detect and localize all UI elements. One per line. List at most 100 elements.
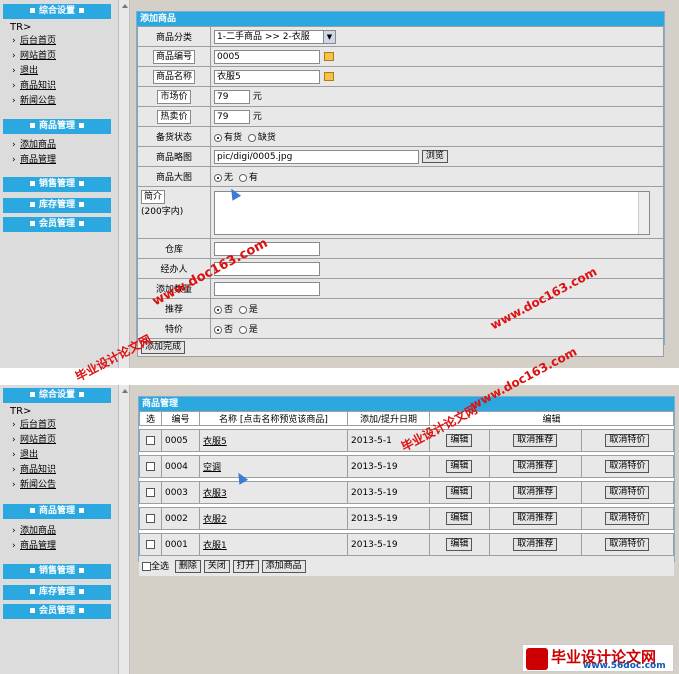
sidebar-head-member[interactable]: 会员管理 <box>3 604 111 619</box>
sidebar-head-general[interactable]: 综合设置 <box>3 4 111 19</box>
sidebar-item-add-product[interactable]: 添加商品 <box>10 138 56 153</box>
row-checkbox[interactable] <box>146 461 155 471</box>
sidebar-head-general[interactable]: 综合设置 <box>3 388 111 403</box>
row-cancel-recommend-button[interactable]: 取消推荐 <box>513 538 558 551</box>
add-product-button[interactable]: 添加商品 <box>261 560 306 573</box>
radio-special-no[interactable] <box>214 325 222 334</box>
col-name: 名称 [点击名称预览该商品] <box>199 411 348 426</box>
row-name-link[interactable]: 衣服1 <box>203 541 227 551</box>
thumb-label: 商品略图 <box>137 146 211 167</box>
sidebar-item-admin-home[interactable]: 后台首页 <box>10 418 56 433</box>
thumb-input[interactable]: pic/digi/0005.jpg <box>214 149 419 164</box>
row-edit-button[interactable]: 编辑 <box>446 486 473 499</box>
sidebar-item-news[interactable]: 新闻公告 <box>10 478 56 493</box>
sidebar-head-stock[interactable]: 库存管理 <box>3 585 111 600</box>
hot-price-label: 热卖价 <box>157 109 191 124</box>
radio-in-stock[interactable] <box>214 133 222 142</box>
sidebar-item-manage-product[interactable]: 商品管理 <box>10 539 56 554</box>
row-cancel-special-button[interactable]: 取消特价 <box>605 460 650 473</box>
sidebar-item-knowledge[interactable]: 商品知识 <box>10 463 56 478</box>
table-row: 0001 衣服1 2013-5-19 编辑 取消推荐 取消特价 <box>139 533 675 556</box>
sidebar-head-stock[interactable]: 库存管理 <box>3 198 111 213</box>
sidebar-item-logout[interactable]: 退出 <box>10 448 56 463</box>
row-checkbox[interactable] <box>146 539 155 549</box>
row-name-link[interactable]: 空调 <box>203 463 221 473</box>
market-price-label: 市场价 <box>157 89 191 104</box>
browse-button[interactable]: 浏览 <box>421 150 448 163</box>
row-cancel-special-button[interactable]: 取消特价 <box>605 538 650 551</box>
edit-icon[interactable] <box>324 72 334 81</box>
logo-url: www.56doc.com <box>583 661 666 671</box>
sidebar-head-sales[interactable]: 销售管理 <box>3 177 111 192</box>
sidebar-head-member[interactable]: 会员管理 <box>3 217 111 232</box>
row-edit-button[interactable]: 编辑 <box>446 538 473 551</box>
row-cancel-recommend-button[interactable]: 取消推荐 <box>513 434 558 447</box>
sidebar-item-site-home[interactable]: 网站首页 <box>10 49 56 64</box>
code-input[interactable]: 0005 <box>214 49 320 64</box>
row-checkbox[interactable] <box>146 513 155 523</box>
row-cancel-recommend-button[interactable]: 取消推荐 <box>513 512 558 525</box>
col-date: 添加/提升日期 <box>347 411 430 426</box>
market-price-input[interactable]: 79 <box>214 89 250 104</box>
row-name-link[interactable]: 衣服3 <box>203 489 227 499</box>
hot-price-input[interactable]: 79 <box>214 109 250 124</box>
category-label: 商品分类 <box>137 26 211 47</box>
row-date: 2013-5-19 <box>347 533 430 556</box>
row-name-link[interactable]: 衣服5 <box>203 437 227 447</box>
edit-icon[interactable] <box>324 52 334 61</box>
tr-label: TR> <box>10 22 32 33</box>
radio-special-yes[interactable] <box>238 325 247 334</box>
radio-has-image[interactable] <box>238 173 247 182</box>
row-code: 0001 <box>161 533 200 556</box>
sidebar-item-knowledge[interactable]: 商品知识 <box>10 79 56 94</box>
category-select[interactable]: 1-二手商品 >> 2-衣服 ▼ <box>214 29 336 44</box>
frame-divider[interactable] <box>118 0 130 368</box>
row-cancel-recommend-button[interactable]: 取消推荐 <box>513 486 558 499</box>
sidebar-item-site-home[interactable]: 网站首页 <box>10 433 56 448</box>
radio-label: 有 <box>248 173 258 183</box>
col-code: 编号 <box>161 411 200 426</box>
radio-out-of-stock[interactable] <box>247 133 256 142</box>
list-footer: 全选 删除 关闭 打开 添加商品 <box>139 556 674 576</box>
collapse-arrow-icon[interactable] <box>122 389 128 393</box>
row-cancel-special-button[interactable]: 取消特价 <box>605 434 650 447</box>
add-product-screen: 综合设置 TR> 后台首页 网站首页 退出 商品知识 新闻公告 商品管理 添加商… <box>0 0 679 368</box>
close-button[interactable]: 关闭 <box>203 560 230 573</box>
row-edit-button[interactable]: 编辑 <box>446 460 473 473</box>
sidebar-item-manage-product[interactable]: 商品管理 <box>10 153 56 168</box>
row-name-link[interactable]: 衣服2 <box>203 515 227 525</box>
row-checkbox[interactable] <box>146 435 155 445</box>
row-edit-button[interactable]: 编辑 <box>446 434 473 447</box>
manage-product-screen: 综合设置 TR> 后台首页 网站首页 退出 商品知识 新闻公告 商品管理 添加商… <box>0 385 679 674</box>
scrollbar[interactable] <box>638 191 649 234</box>
frame-divider[interactable] <box>118 385 130 674</box>
row-cancel-special-button[interactable]: 取消特价 <box>605 512 650 525</box>
sidebar-head-sales[interactable]: 销售管理 <box>3 564 111 579</box>
radio-no-image[interactable] <box>214 173 222 182</box>
sidebar-item-logout[interactable]: 退出 <box>10 64 56 79</box>
sidebar-item-news[interactable]: 新闻公告 <box>10 94 56 109</box>
sidebar-head-product[interactable]: 商品管理 <box>3 504 111 519</box>
delete-button[interactable]: 删除 <box>174 560 201 573</box>
price-unit: 元 <box>252 112 262 123</box>
product-table: 选 编号 名称 [点击名称预览该商品] 添加/提升日期 编辑 <box>139 411 674 426</box>
sidebar-item-admin-home[interactable]: 后台首页 <box>10 34 56 49</box>
radio-recommend-yes[interactable] <box>238 305 247 314</box>
intro-textarea[interactable] <box>214 190 650 235</box>
name-input[interactable]: 衣服5 <box>214 69 320 84</box>
sidebar-head-product[interactable]: 商品管理 <box>3 119 111 134</box>
radio-recommend-no[interactable] <box>214 305 222 314</box>
row-cancel-special-button[interactable]: 取消特价 <box>605 486 650 499</box>
intro-limit: (200字内) <box>141 207 184 217</box>
row-checkbox[interactable] <box>146 487 155 497</box>
open-button[interactable]: 打开 <box>232 560 259 573</box>
row-edit-button[interactable]: 编辑 <box>446 512 473 525</box>
add-qty-input[interactable] <box>214 281 320 296</box>
select-all-checkbox[interactable] <box>142 562 151 571</box>
sidebar-item-add-product[interactable]: 添加商品 <box>10 524 56 539</box>
collapse-arrow-icon[interactable] <box>122 4 128 8</box>
add-product-form: 添加商品 商品分类 1-二手商品 >> 2-衣服 ▼ 商品编号 0005 商品名称… <box>136 11 665 357</box>
row-code: 0002 <box>161 507 200 530</box>
site-logo: 毕业设计论文网 www.56doc.com <box>522 644 674 672</box>
row-cancel-recommend-button[interactable]: 取消推荐 <box>513 460 558 473</box>
